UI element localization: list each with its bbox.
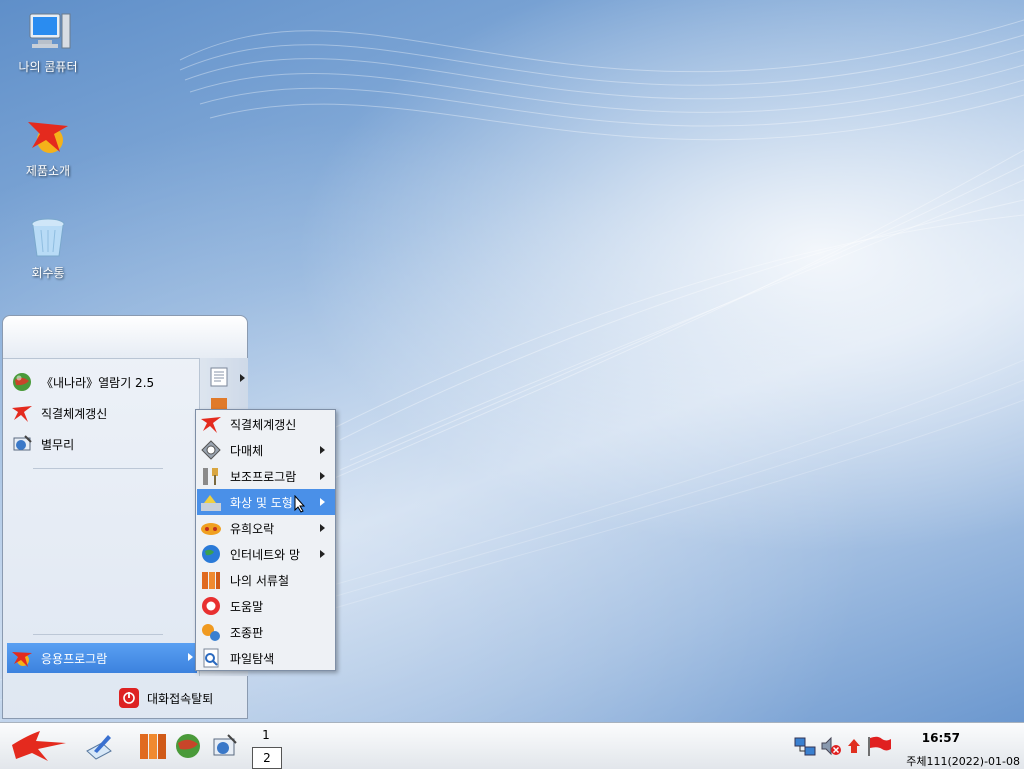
desktop-icon-product-info[interactable]: 제품소개 <box>8 112 88 179</box>
tools-icon <box>200 465 222 487</box>
chevron-right-icon <box>320 550 325 558</box>
submenu-item-label: 다매체 <box>230 443 264 458</box>
chevron-right-icon <box>320 524 325 532</box>
applications-label: 응용프로그람 <box>41 651 108 666</box>
taskbar-launcher-browser[interactable] <box>174 731 204 761</box>
submenu-item-file-search[interactable]: 파일탐색 <box>197 645 335 671</box>
clock[interactable]: 16:57 <box>922 731 960 745</box>
redstar-logo-icon <box>24 112 72 160</box>
favorite-label: 《내나라》열람기 2.5 <box>41 375 155 390</box>
desktop-icon-computer[interactable]: 나의 콤퓨터 <box>8 8 88 75</box>
submenu-item-label: 파일탐색 <box>230 651 275 666</box>
taskbar-launcher-documents[interactable] <box>138 731 168 761</box>
desktop-icon-label: 나의 콤퓨터 <box>18 60 78 74</box>
desktop-icon-trash[interactable]: 회수통 <box>8 214 88 281</box>
text-editor-icon <box>86 735 112 760</box>
mail-icon <box>213 734 237 756</box>
start-button[interactable] <box>8 727 68 761</box>
chevron-right-icon <box>188 653 193 661</box>
taskbar-launcher-editor[interactable] <box>84 731 114 761</box>
mouse-cursor-icon <box>294 495 306 513</box>
chevron-right-icon <box>320 498 325 506</box>
redstar-logo-icon <box>11 647 33 669</box>
games-icon <box>200 517 222 539</box>
redstar-icon <box>12 731 66 761</box>
start-menu-header <box>3 316 247 359</box>
desktop-icon-label: 제품소개 <box>25 164 71 178</box>
redstar-icon <box>11 402 33 424</box>
submenu-item-my-documents[interactable]: 나의 서류철 <box>197 567 335 593</box>
red-flag-icon[interactable] <box>866 735 892 757</box>
taskbar-launcher-mail[interactable] <box>210 731 240 761</box>
submenu-item-accessories[interactable]: 보조프로그람 <box>197 463 335 489</box>
logout-label: 대화접속탈퇴 <box>147 691 214 706</box>
date: 주체111(2022)-01-08 <box>906 755 1020 768</box>
submenu-item-internet[interactable]: 인터네트와 망 <box>197 541 335 567</box>
network-icon[interactable] <box>794 735 816 757</box>
trash-icon <box>24 214 72 262</box>
chevron-right-icon <box>320 472 325 480</box>
file-search-icon <box>200 647 222 669</box>
favorite-browser[interactable]: 《내나라》열람기 2.5 <box>7 368 195 396</box>
favorite-mail[interactable]: 별무리 <box>7 430 195 458</box>
redstar-icon <box>200 413 222 435</box>
submenu-item-label: 보조프로그람 <box>230 469 297 484</box>
computer-icon <box>24 8 72 56</box>
applications-submenu: 직결체계갱신 다매체 보조프로그람 화상 및 도형 유희오락 인터네트와 망 나… <box>195 409 336 671</box>
menu-separator <box>33 634 163 635</box>
submenu-item-label: 유희오락 <box>230 521 275 536</box>
favorite-label: 직결체계갱신 <box>41 406 108 421</box>
logout-button[interactable]: 대화접속탈퇴 <box>119 688 213 708</box>
menu-separator <box>33 468 163 469</box>
globe-icon <box>176 734 200 758</box>
submenu-item-control-panel[interactable]: 조종판 <box>197 619 335 645</box>
applications-button[interactable]: 응용프로그람 <box>7 643 197 673</box>
update-icon[interactable] <box>846 735 868 757</box>
graphics-icon <box>200 491 222 513</box>
submenu-item-games[interactable]: 유희오락 <box>197 515 335 541</box>
submenu-item-help[interactable]: 도움말 <box>197 593 335 619</box>
document-icon <box>208 366 230 391</box>
workspace-1[interactable]: 1 <box>252 725 280 745</box>
submenu-item-multimedia[interactable]: 다매체 <box>197 437 335 463</box>
submenu-item-label: 직결체계갱신 <box>230 417 297 432</box>
submenu-item-label: 화상 및 도형 <box>230 495 293 510</box>
folder-icon <box>200 569 222 591</box>
power-icon <box>119 688 139 708</box>
multimedia-icon <box>200 439 222 461</box>
submenu-item-system-update[interactable]: 직결체계갱신 <box>197 411 335 437</box>
submenu-item-label: 조종판 <box>230 625 264 640</box>
submenu-item-label: 도움말 <box>230 599 264 614</box>
workspace-2[interactable]: 2 <box>252 747 282 769</box>
globe-icon <box>11 371 33 393</box>
folder-icon <box>140 734 166 759</box>
chevron-right-icon <box>240 374 245 382</box>
mail-icon <box>11 433 33 455</box>
submenu-item-graphics[interactable]: 화상 및 도형 <box>197 489 335 515</box>
favorite-system-update[interactable]: 직결체계갱신 <box>7 399 195 427</box>
submenu-item-label: 나의 서류철 <box>230 573 290 588</box>
taskbar: 1 2 16:57 주체111(2022)-01-08 <box>0 722 1024 769</box>
favorite-label: 별무리 <box>41 437 75 452</box>
help-icon <box>200 595 222 617</box>
chevron-right-icon <box>320 446 325 454</box>
submenu-item-label: 인터네트와 망 <box>230 547 301 562</box>
control-panel-icon <box>200 621 222 643</box>
globe-icon <box>200 543 222 565</box>
volume-muted-icon[interactable] <box>820 735 842 757</box>
desktop-icon-label: 회수통 <box>31 266 65 280</box>
